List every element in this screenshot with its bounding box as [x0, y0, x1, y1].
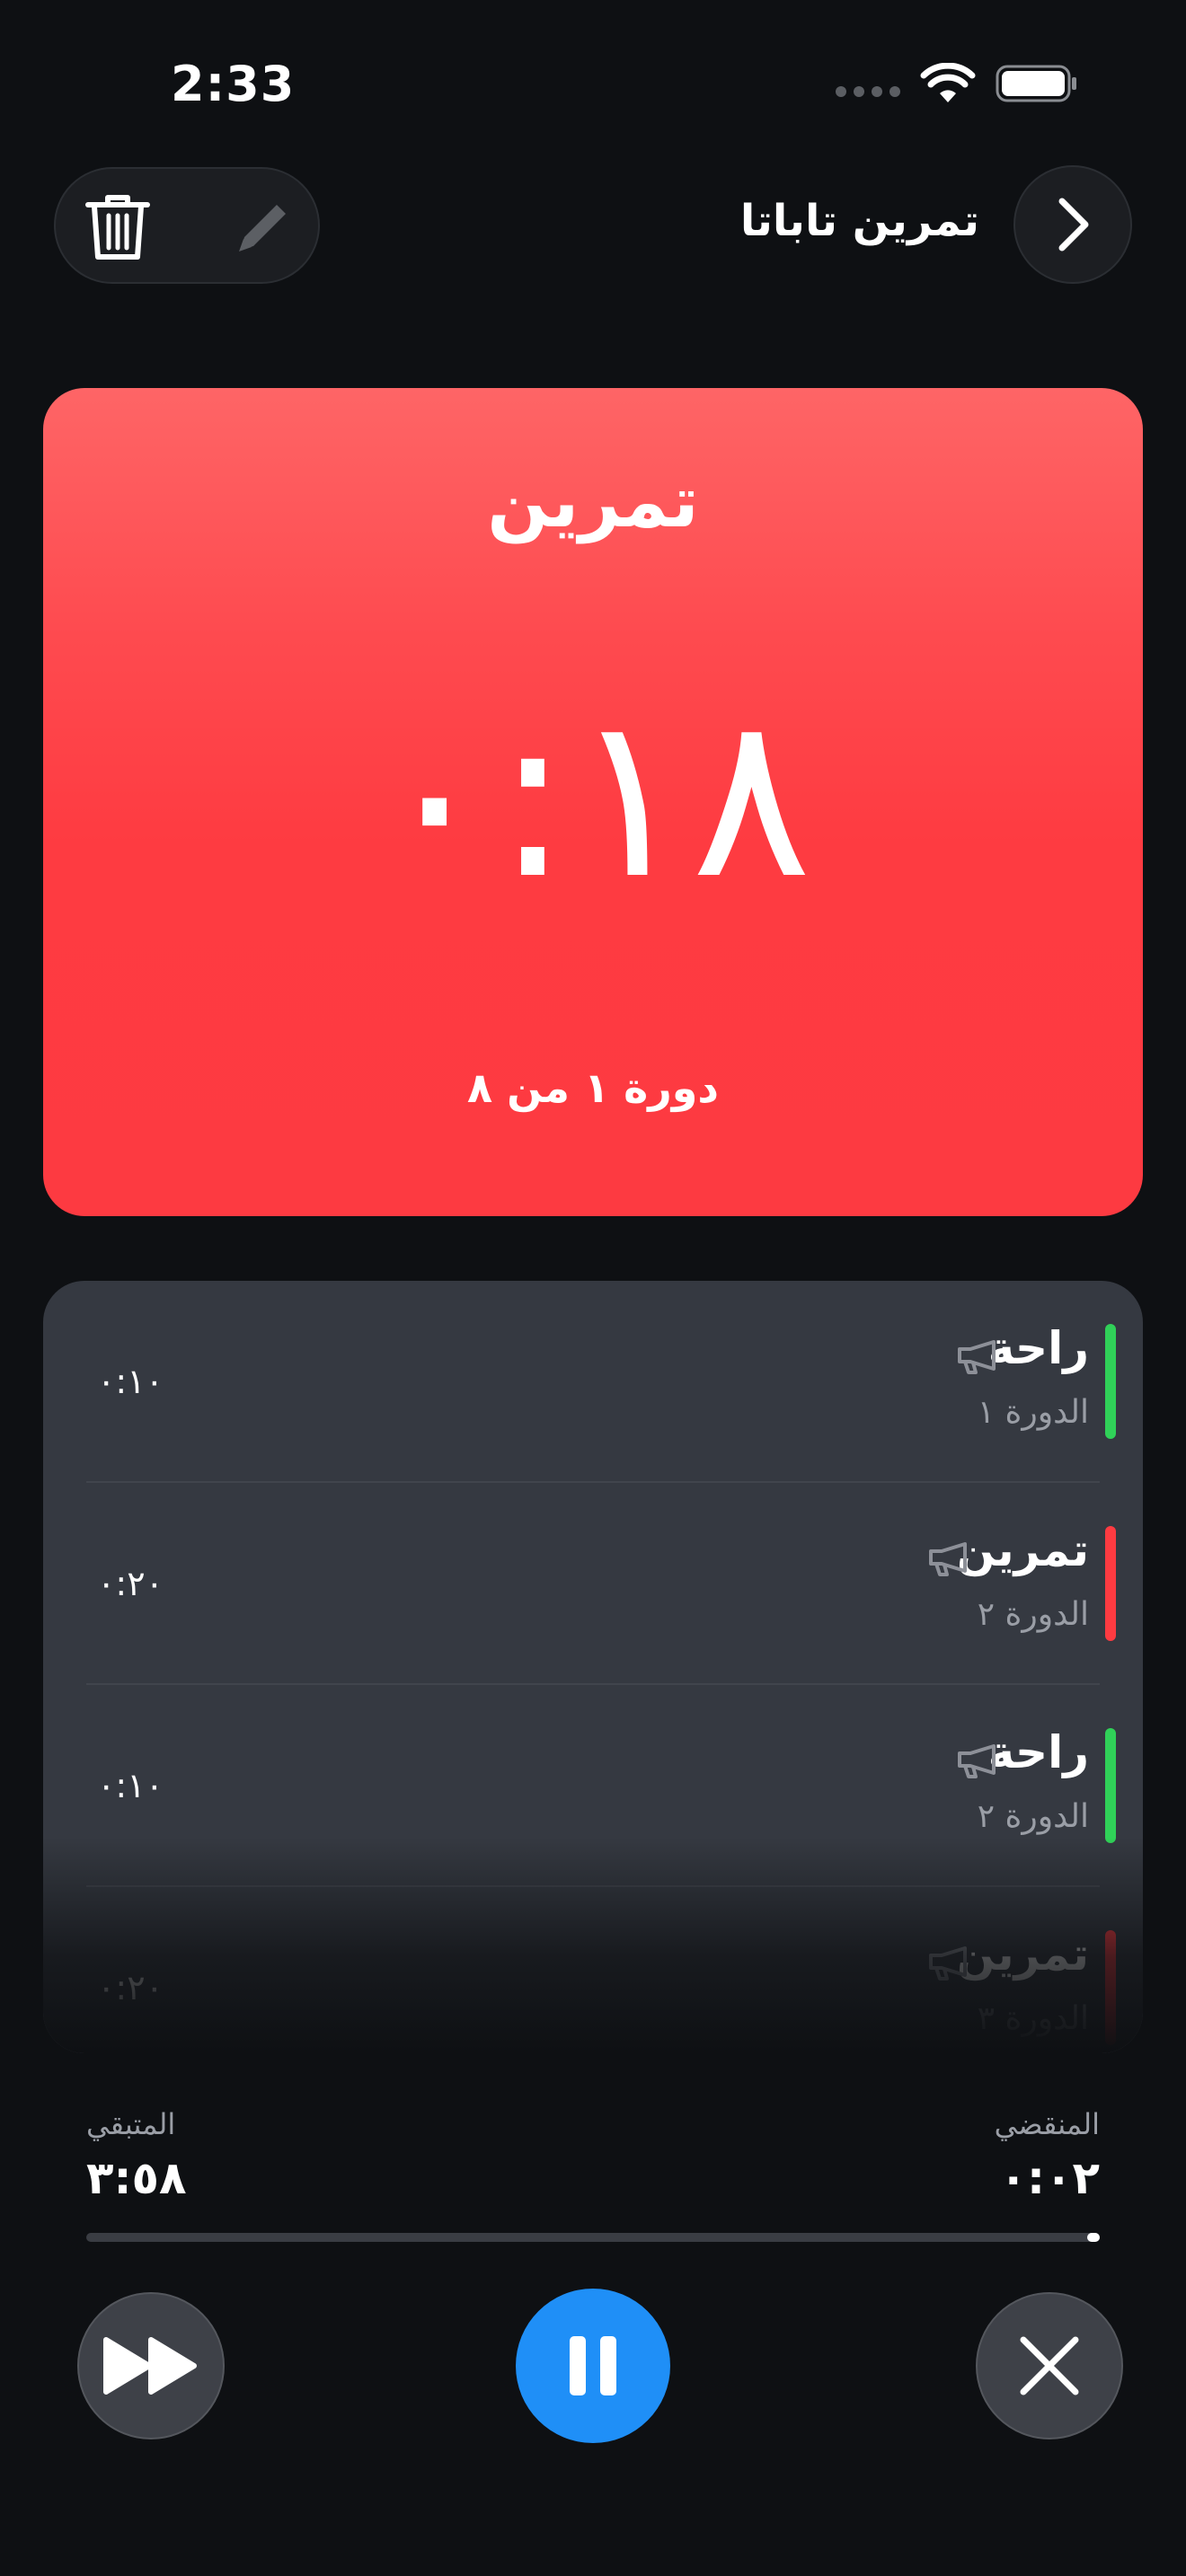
interval-name: راحة: [987, 1726, 1089, 1778]
interval-round: الدورة ٣: [977, 2000, 1089, 2037]
interval-color-bar: [1105, 1526, 1116, 1641]
delete-button[interactable]: [84, 192, 151, 262]
interval-round: الدورة ٢: [977, 1798, 1089, 1835]
next-workout-button[interactable]: [1013, 165, 1132, 284]
elapsed-value: ٠:٠٢: [999, 2152, 1100, 2204]
interval-list[interactable]: راحة الدورة ١ ٠:١٠ تمرين الدورة ٢ ٠:٢٠ ر…: [43, 1281, 1143, 2053]
elapsed-label: المنقضي: [994, 2107, 1100, 2141]
interval-name: راحة: [987, 1322, 1089, 1374]
pause-icon: [570, 2336, 616, 2395]
fast-forward-icon: [103, 2337, 197, 2395]
interval-row[interactable]: راحة الدورة ٢ ٠:١٠: [43, 1685, 1143, 1887]
interval-name: تمرين: [956, 1524, 1089, 1576]
interval-duration: ٠:١٠: [97, 1362, 164, 1401]
status-indicators: [836, 63, 1078, 104]
edit-delete-group: [54, 167, 320, 284]
wifi-icon: [920, 63, 976, 102]
interval-row[interactable]: راحة الدورة ١ ٠:١٠: [43, 1281, 1143, 1483]
interval-round: الدورة ٢: [977, 1596, 1089, 1633]
current-phase-label: تمرين: [487, 460, 699, 543]
status-time: 2:33: [171, 56, 296, 112]
pencil-icon: [239, 205, 286, 251]
countdown-display: ٠:١٨: [374, 666, 812, 928]
interval-row[interactable]: تمرين الدورة ٢ ٠:٢٠: [43, 1483, 1143, 1685]
current-interval-card: تمرين ٠:١٨ دورة ١ من ٨: [43, 388, 1143, 1216]
megaphone-icon: [958, 1340, 996, 1374]
remaining-value: ٣:٥٨: [86, 2152, 187, 2204]
chevron-right-icon: [1058, 198, 1089, 251]
megaphone-icon: [958, 1744, 996, 1778]
interval-duration: ٠:١٠: [97, 1766, 164, 1805]
pause-button[interactable]: [516, 2289, 670, 2443]
interval-color-bar: [1105, 1728, 1116, 1843]
battery-icon: [996, 65, 1076, 102]
tabata-timer-screen: 2:33 تمرين تاباتا تمرين ٠:١٨ دورة ١ من ٨…: [0, 0, 1186, 2576]
interval-color-bar: [1105, 1930, 1116, 2045]
cellular-signal-icon: [836, 86, 900, 97]
megaphone-icon: [929, 1946, 967, 1981]
workout-progress-fill: [1087, 2233, 1100, 2242]
workout-title: تمرين تاباتا: [739, 196, 979, 246]
workout-progress-bar: [86, 2233, 1100, 2242]
interval-duration: ٠:٢٠: [97, 1564, 164, 1603]
stop-workout-button[interactable]: [976, 2292, 1123, 2439]
trash-icon: [85, 195, 150, 260]
round-progress-label: دورة ١ من ٨: [467, 1063, 719, 1112]
skip-button[interactable]: [77, 2292, 225, 2439]
interval-duration: ٠:٢٠: [97, 1968, 164, 2007]
close-icon: [1020, 2336, 1079, 2395]
interval-row[interactable]: تمرين الدورة ٣ ٠:٢٠: [43, 1887, 1143, 2053]
megaphone-icon: [929, 1542, 967, 1576]
interval-color-bar: [1105, 1324, 1116, 1439]
remaining-label: المتبقي: [86, 2107, 176, 2141]
edit-button[interactable]: [232, 196, 295, 259]
interval-name: تمرين: [956, 1928, 1089, 1981]
interval-round: الدورة ١: [977, 1394, 1089, 1431]
